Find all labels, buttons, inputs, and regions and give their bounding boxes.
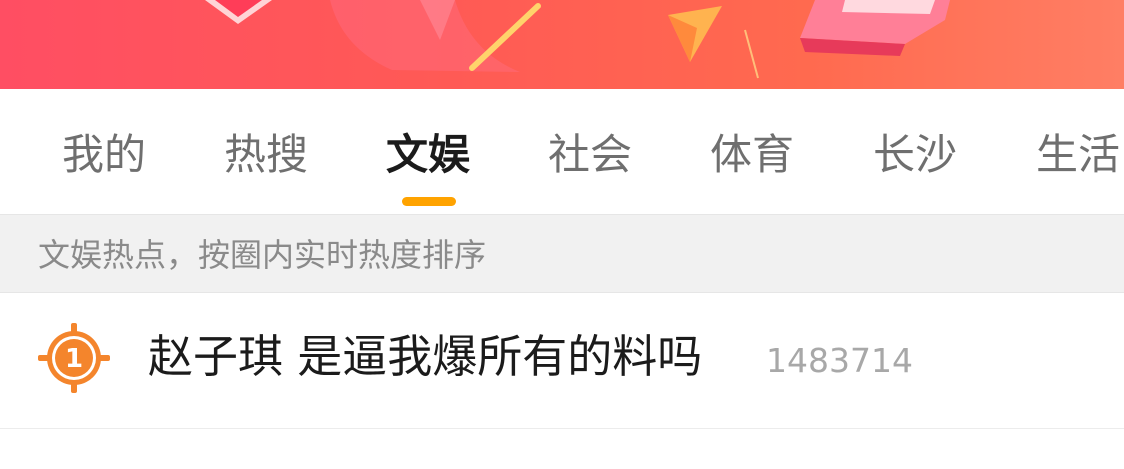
tab-changsha[interactable]: 长沙 [873,129,957,181]
banner-decoration [205,0,950,79]
tab-sports[interactable]: 体育 [710,129,794,181]
section-subheader: 文娱热点，按圈内实时热度排序 [0,215,1124,293]
orange-circle-rank-icon: 1 [38,323,110,393]
category-tab-bar: 我的 热搜 文娱 社会 体育 长沙 生活 [0,89,1124,215]
rank-number: 1 [65,344,83,374]
banner-stick [469,3,541,71]
banner-thread [744,29,759,79]
banner-wave [330,0,520,72]
next-row-area [0,429,1124,469]
top-banner [0,0,1124,89]
tab-hot-search[interactable]: 热搜 [224,129,308,181]
paper-plane-icon [668,6,722,62]
subheader-text: 文娱热点，按圈内实时热度排序 [38,236,487,274]
hot-list-item[interactable]: 1 赵子琪 是逼我爆所有的料吗 1483714 [0,293,1124,428]
tab-entertainment[interactable]: 文娱 [386,129,470,181]
tab-society[interactable]: 社会 [548,129,632,181]
tab-life[interactable]: 生活 [1036,129,1120,181]
gift-box-icon [800,0,950,56]
active-tab-indicator [402,197,456,206]
red-envelope-icon [205,0,272,24]
tab-mine[interactable]: 我的 [62,129,146,181]
heat-count: 1483714 [766,341,913,380]
hot-topic-title[interactable]: 赵子琪 是逼我爆所有的料吗 [148,329,702,385]
